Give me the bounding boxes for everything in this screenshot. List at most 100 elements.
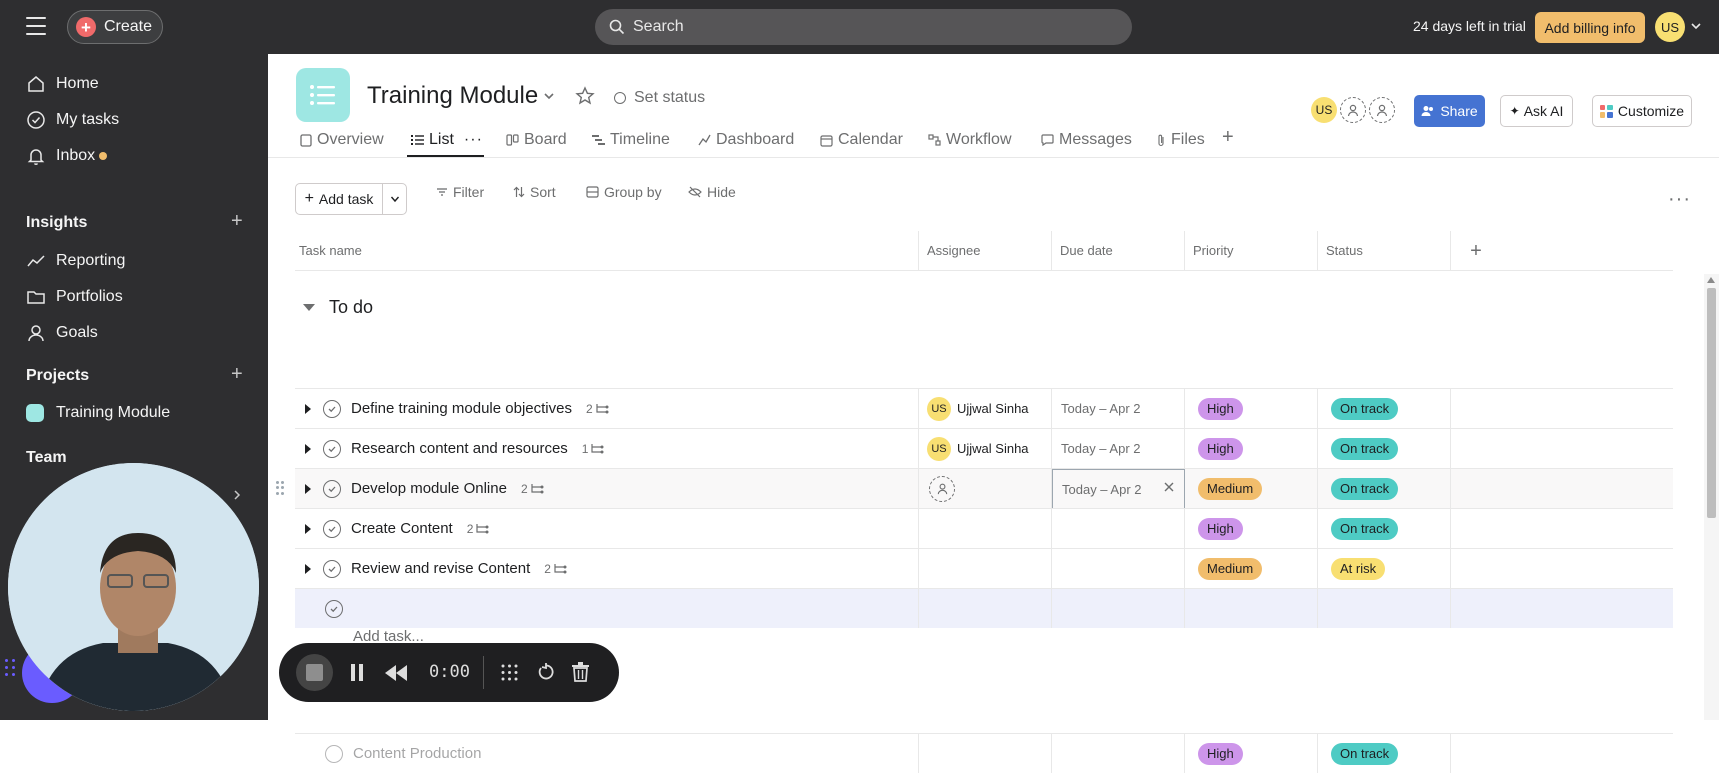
assignee-cell[interactable]: US Ujjwal Sinha: [919, 429, 1052, 468]
sidebar-item-goals[interactable]: Goals: [26, 323, 98, 343]
tab-list[interactable]: List ···: [411, 131, 483, 149]
chevron-right-icon[interactable]: [232, 489, 242, 501]
complete-check-icon[interactable]: [323, 479, 341, 498]
clear-date-icon[interactable]: [1163, 481, 1175, 493]
expand-triangle-icon[interactable]: [305, 403, 311, 414]
tab-messages[interactable]: Messages: [1041, 131, 1132, 149]
priority-cell[interactable]: Medium: [1185, 469, 1318, 508]
tab-calendar[interactable]: Calendar: [820, 131, 903, 149]
priority-cell[interactable]: High: [1185, 509, 1318, 548]
user-avatar[interactable]: US: [1655, 12, 1685, 42]
due-date-cell[interactable]: Today – Apr 2: [1052, 389, 1185, 428]
subtask-count[interactable]: 2: [521, 482, 544, 496]
tab-workflow[interactable]: Workflow: [928, 131, 1012, 149]
add-member-icon[interactable]: [1369, 97, 1395, 123]
table-row[interactable]: Review and revise Content 2 Medium At ri…: [295, 548, 1673, 588]
complete-check-icon[interactable]: [325, 599, 343, 618]
due-date-cell[interactable]: [1052, 734, 1185, 773]
expand-triangle-icon[interactable]: [305, 563, 311, 574]
set-status-button[interactable]: Set status: [614, 89, 705, 107]
tab-overview[interactable]: Overview: [300, 131, 384, 149]
trash-icon[interactable]: [572, 662, 589, 682]
task-name[interactable]: Review and revise Content: [351, 560, 530, 577]
subtask-count[interactable]: 1: [582, 442, 605, 456]
expand-triangle-icon[interactable]: [305, 483, 311, 494]
column-task-name[interactable]: Task name: [295, 231, 919, 271]
column-assignee[interactable]: Assignee: [919, 231, 1052, 271]
complete-check-icon[interactable]: [325, 744, 343, 763]
add-task-button[interactable]: + Add task: [296, 184, 383, 214]
tab-timeline[interactable]: Timeline: [592, 131, 670, 149]
column-priority[interactable]: Priority: [1185, 231, 1318, 271]
search-input[interactable]: Search: [595, 9, 1132, 45]
add-tab-icon[interactable]: +: [1222, 126, 1234, 149]
more-options-icon[interactable]: ···: [1668, 188, 1691, 211]
priority-cell[interactable]: High: [1185, 734, 1318, 773]
drag-dots-icon[interactable]: [5, 659, 15, 677]
add-task-dropdown[interactable]: [383, 184, 406, 214]
expand-triangle-icon[interactable]: [305, 523, 311, 534]
scroll-up-arrow-icon[interactable]: [1707, 277, 1715, 283]
assignee-cell[interactable]: US Ujjwal Sinha: [919, 389, 1052, 428]
sidebar-item-portfolios[interactable]: Portfolios: [26, 287, 123, 307]
grid-dots-icon[interactable]: [501, 664, 518, 681]
add-member-icon[interactable]: [1340, 97, 1366, 123]
status-cell[interactable]: On track: [1318, 509, 1451, 548]
table-row[interactable]: Define training module objectives 2 US U…: [295, 388, 1673, 428]
subtask-count[interactable]: 2: [467, 522, 490, 536]
task-name[interactable]: Create Content: [351, 520, 453, 537]
project-list-icon[interactable]: [296, 68, 350, 122]
add-project-icon[interactable]: +: [231, 363, 243, 386]
chevron-down-icon[interactable]: [543, 90, 555, 102]
task-name-cell[interactable]: Define training module objectives 2: [295, 389, 919, 428]
column-due-date[interactable]: Due date: [1052, 231, 1185, 271]
priority-cell[interactable]: Medium: [1185, 549, 1318, 588]
star-icon[interactable]: [575, 86, 595, 106]
status-cell[interactable]: On track: [1318, 389, 1451, 428]
member-avatar[interactable]: US: [1311, 97, 1337, 123]
priority-cell[interactable]: High: [1185, 389, 1318, 428]
chevron-down-icon[interactable]: [1690, 20, 1702, 32]
task-name-cell[interactable]: Review and revise Content 2: [295, 549, 919, 588]
create-button[interactable]: + Create: [67, 10, 163, 44]
status-cell[interactable]: [1318, 589, 1451, 628]
sort-button[interactable]: Sort: [513, 184, 556, 200]
status-cell[interactable]: On track: [1318, 734, 1451, 773]
assignee-cell[interactable]: [919, 549, 1052, 588]
collapse-triangle-icon[interactable]: [303, 304, 315, 311]
sidebar-item-inbox[interactable]: Inbox: [26, 146, 108, 166]
complete-check-icon[interactable]: [323, 519, 341, 538]
hide-button[interactable]: Hide: [688, 184, 736, 200]
task-name-cell[interactable]: Develop module Online 2: [295, 469, 919, 508]
sidebar-item-training-module[interactable]: Training Module: [26, 404, 170, 422]
table-row[interactable]: Develop module Online 2 Today – Apr 2 Me…: [276, 468, 1673, 509]
table-row[interactable]: Create Content 2 High On track: [295, 508, 1673, 548]
due-date-cell-focused[interactable]: Today – Apr 2: [1052, 469, 1185, 509]
sidebar-item-home[interactable]: Home: [26, 74, 99, 94]
expand-triangle-icon[interactable]: [305, 443, 311, 454]
add-billing-button[interactable]: Add billing info: [1535, 12, 1645, 43]
complete-check-icon[interactable]: [323, 439, 341, 458]
rewind-icon[interactable]: [385, 665, 407, 681]
subtask-count[interactable]: 2: [544, 562, 567, 576]
column-status[interactable]: Status: [1318, 231, 1451, 271]
stop-recording-button[interactable]: [296, 654, 333, 691]
scrollbar-thumb[interactable]: [1707, 288, 1716, 518]
complete-check-icon[interactable]: [323, 399, 341, 418]
add-insight-icon[interactable]: +: [231, 210, 243, 233]
project-title[interactable]: Training Module: [367, 82, 538, 110]
due-date-cell[interactable]: [1052, 509, 1185, 548]
restart-icon[interactable]: [537, 663, 555, 681]
empty-assignee-icon[interactable]: [929, 475, 955, 502]
tab-board[interactable]: Board: [506, 131, 567, 149]
subtask-count[interactable]: 2: [586, 402, 609, 416]
assignee-cell[interactable]: [919, 509, 1052, 548]
pause-icon[interactable]: [350, 664, 364, 681]
tab-dashboard[interactable]: Dashboard: [698, 131, 794, 149]
task-name[interactable]: Develop module Online: [351, 480, 507, 497]
priority-cell[interactable]: [1185, 589, 1318, 628]
tab-options-icon[interactable]: ···: [464, 131, 483, 149]
task-name[interactable]: Research content and resources: [351, 440, 568, 457]
table-row[interactable]: Research content and resources 1 US Ujjw…: [295, 428, 1673, 468]
task-name[interactable]: Define training module objectives: [351, 400, 572, 417]
